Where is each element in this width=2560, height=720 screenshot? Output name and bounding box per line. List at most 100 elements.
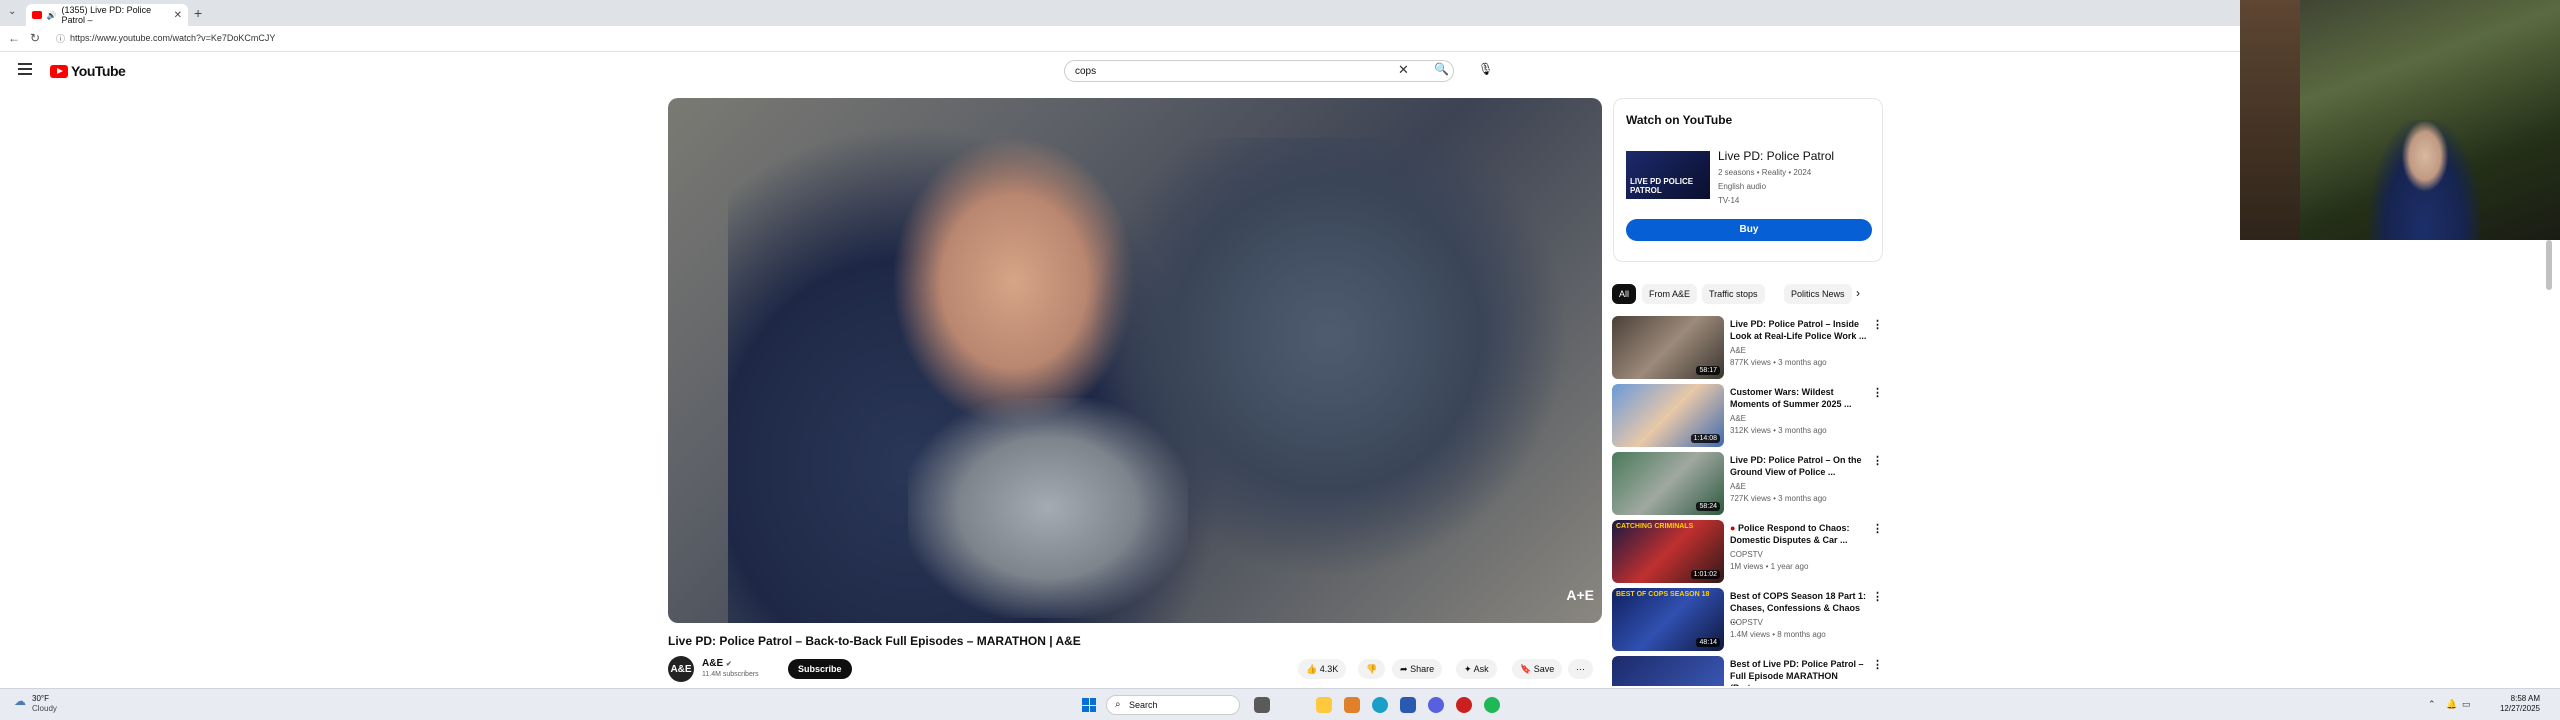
- clear-search-icon[interactable]: ✕: [1398, 62, 1409, 78]
- rec-title[interactable]: Customer Wars: Wildest Moments of Summer…: [1730, 386, 1868, 410]
- chip-from-ae[interactable]: From A&E: [1642, 284, 1698, 304]
- duration-badge: 1:14:08: [1690, 434, 1720, 443]
- more-vert-icon[interactable]: ⋮: [1872, 318, 1883, 331]
- show-audio: English audio: [1718, 182, 1767, 191]
- show-thumbnail[interactable]: LIVE PD POLICE PATROL: [1626, 151, 1710, 199]
- chip-all[interactable]: All: [1612, 284, 1637, 304]
- thumbnail-text: CATCHING CRIMINALS: [1616, 523, 1694, 530]
- list-item[interactable]: CATCHING CRIMINALS 1:01:02 ● Police Resp…: [1612, 520, 1883, 584]
- page-scrollbar[interactable]: [2546, 240, 2552, 290]
- video-player[interactable]: A+E: [668, 98, 1602, 623]
- duration-badge: 48:14: [1696, 638, 1720, 647]
- sparkle-icon: ✦: [1464, 664, 1472, 674]
- rec-views: 1.4M views • 8 months ago: [1730, 630, 1826, 639]
- video-thumbnail[interactable]: 1:14:08: [1612, 384, 1724, 447]
- microphone-icon[interactable]: 🎙: [1478, 62, 1493, 76]
- chip-traffic-stops[interactable]: Traffic stops: [1702, 284, 1765, 304]
- site-info-icon[interactable]: ⓘ: [56, 32, 65, 45]
- share-button[interactable]: ➦ Share: [1392, 659, 1443, 679]
- rec-title[interactable]: Live PD: Police Patrol – Inside Look at …: [1730, 318, 1868, 342]
- duration-badge: 58:17: [1696, 366, 1720, 375]
- speaker-icon: 🔊: [46, 10, 57, 20]
- rec-channel[interactable]: A&E: [1730, 482, 1746, 491]
- save-label: Save: [1533, 664, 1555, 674]
- rec-channel[interactable]: COPSTV: [1730, 550, 1763, 559]
- new-tab-icon[interactable]: +: [194, 5, 202, 21]
- show-title[interactable]: Live PD: Police Patrol: [1718, 149, 1834, 163]
- more-vert-icon[interactable]: ⋮: [1872, 386, 1883, 399]
- video-thumbnail[interactable]: [1612, 656, 1724, 686]
- more-vert-icon[interactable]: ⋮: [1872, 522, 1883, 535]
- more-vert-icon[interactable]: ⋮: [1872, 454, 1883, 467]
- browser-tab[interactable]: 🔊 (1355) Live PD: Police Patrol – ✕: [26, 4, 188, 26]
- chevron-right-icon[interactable]: ›: [1856, 286, 1860, 300]
- youtube-logo[interactable]: YouTube: [50, 63, 126, 79]
- list-item[interactable]: BEST OF COPS SEASON 18 48:14 Best of COP…: [1612, 588, 1883, 652]
- youtube-favicon-icon: [32, 11, 42, 19]
- more-vert-icon[interactable]: ⋮: [1872, 590, 1883, 603]
- store-icon[interactable]: [1400, 697, 1416, 713]
- tab-menu-icon[interactable]: ⌄: [8, 6, 16, 17]
- system-clock[interactable]: 8:58 AM 12/27/2025: [2470, 694, 2540, 714]
- list-item[interactable]: 1:14:08 Customer Wars: Wildest Moments o…: [1612, 384, 1883, 448]
- rec-title[interactable]: Best of Live PD: Police Patrol – Full Ep…: [1730, 658, 1868, 686]
- video-thumbnail[interactable]: 58:24: [1612, 452, 1724, 515]
- app-icon[interactable]: [1344, 697, 1360, 713]
- back-icon[interactable]: ←: [8, 31, 20, 45]
- duration-badge: 58:24: [1696, 502, 1720, 511]
- list-item[interactable]: Best of Live PD: Police Patrol – Full Ep…: [1612, 656, 1882, 686]
- tab-close-icon[interactable]: ✕: [174, 10, 182, 21]
- dislike-button[interactable]: 👎: [1358, 659, 1386, 679]
- windows-start-icon[interactable]: [1082, 698, 1096, 712]
- video-title: Live PD: Police Patrol – Back-to-Back Fu…: [668, 634, 1081, 648]
- search-icon[interactable]: 🔍: [1434, 62, 1449, 76]
- rec-title[interactable]: Live PD: Police Patrol – On the Ground V…: [1730, 454, 1868, 478]
- youtube-header: YouTube cops ✕ 🔍 🎙: [0, 56, 2240, 86]
- task-view-icon[interactable]: [1254, 697, 1270, 713]
- windows-taskbar: ☁ 30°F Cloudy ⌕ Search ⌃ 🔔 ▭ 8:58 AM 12/…: [0, 688, 2560, 720]
- card-heading: Watch on YouTube: [1626, 113, 1733, 127]
- video-thumbnail[interactable]: CATCHING CRIMINALS 1:01:02: [1612, 520, 1724, 583]
- notification-icon[interactable]: 🔔: [2446, 699, 2457, 710]
- like-button[interactable]: 👍 4.3K: [1298, 659, 1347, 679]
- more-vert-icon[interactable]: ⋮: [1872, 658, 1882, 671]
- webcam-background: [2240, 0, 2300, 240]
- weather-temp: 30°F: [32, 694, 49, 703]
- chevron-up-icon[interactable]: ⌃: [2428, 699, 2436, 710]
- share-icon: ➦: [1400, 664, 1408, 674]
- rec-views: 1M views • 1 year ago: [1730, 562, 1809, 571]
- search-icon: ⌕: [1115, 699, 1121, 710]
- channel-name[interactable]: A&E ✔: [702, 658, 732, 669]
- spotify-icon[interactable]: [1484, 697, 1500, 713]
- bookmark-icon: 🔖: [1520, 664, 1532, 674]
- reload-icon[interactable]: ↻: [30, 31, 40, 45]
- save-button[interactable]: 🔖 Save: [1512, 659, 1563, 679]
- menu-icon[interactable]: [18, 63, 32, 78]
- url-field[interactable]: https://www.youtube.com/watch?v=Ke7DoKCm…: [70, 33, 275, 43]
- rec-channel[interactable]: COPSTV: [1730, 618, 1763, 627]
- channel-avatar[interactable]: A&E: [668, 656, 694, 682]
- list-item[interactable]: 58:24 Live PD: Police Patrol – On the Gr…: [1612, 452, 1883, 516]
- file-explorer-icon[interactable]: [1316, 697, 1332, 713]
- chip-politics-news[interactable]: Politics News: [1784, 284, 1852, 304]
- ask-button[interactable]: ✦ Ask: [1456, 659, 1497, 679]
- rec-title[interactable]: ● Police Respond to Chaos: Domestic Disp…: [1730, 522, 1868, 546]
- buy-button[interactable]: Buy: [1626, 219, 1872, 241]
- list-item[interactable]: 58:17 Live PD: Police Patrol – Inside Lo…: [1612, 316, 1883, 380]
- live-dot-icon: ●: [1730, 523, 1736, 533]
- rec-channel[interactable]: A&E: [1730, 414, 1746, 423]
- share-label: Share: [1410, 664, 1435, 674]
- app-icon[interactable]: [1456, 697, 1472, 713]
- subscribe-button[interactable]: Subscribe: [788, 659, 852, 679]
- subscriber-count: 11.4M subscribers: [702, 671, 759, 678]
- rec-channel[interactable]: A&E: [1730, 346, 1746, 355]
- weather-condition: Cloudy: [32, 704, 57, 713]
- discord-icon[interactable]: [1428, 697, 1444, 713]
- search-input[interactable]: cops: [1064, 60, 1454, 82]
- video-thumbnail[interactable]: 58:17: [1612, 316, 1724, 379]
- video-thumbnail[interactable]: BEST OF COPS SEASON 18 48:14: [1612, 588, 1724, 651]
- more-actions-button[interactable]: ⋯: [1568, 659, 1593, 679]
- edge-icon[interactable]: [1372, 697, 1388, 713]
- taskbar-search[interactable]: ⌕ Search: [1106, 695, 1240, 715]
- video-watermark: A+E: [1566, 587, 1594, 603]
